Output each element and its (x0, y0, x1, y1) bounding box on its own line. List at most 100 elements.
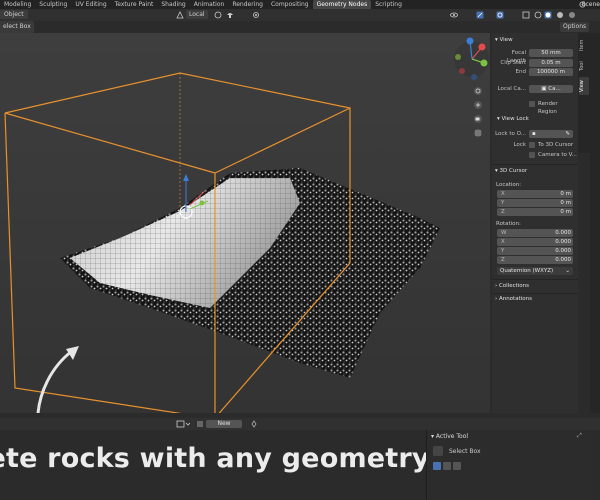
cursor-location-y[interactable]: Y 0 m (497, 199, 573, 207)
expand-corner-icon[interactable]: ⤢ (577, 432, 582, 440)
gizmo-toggle-icon[interactable] (476, 11, 484, 19)
location-label: Location: (496, 182, 522, 188)
cursor-rotation-z[interactable]: Z 0.000 (497, 256, 573, 264)
active-tool-title: Active Tool (435, 433, 469, 440)
to-3d-cursor-checkbox[interactable] (529, 142, 535, 148)
shading-wireframe-icon[interactable] (534, 11, 542, 19)
video-caption: lete rocks with any geometry (0, 443, 430, 474)
perspective-toggle-icon[interactable] (474, 129, 482, 137)
axis-label: Z (501, 209, 505, 215)
select-mode-extend-icon[interactable] (443, 462, 451, 470)
tab-scripting[interactable]: Scripting (371, 0, 406, 9)
axis-label: X (501, 239, 505, 245)
panel-divider (492, 164, 578, 165)
tab-compositing[interactable]: Compositing (267, 0, 313, 9)
focal-length-field[interactable]: 50 mm (529, 49, 573, 57)
new-button[interactable]: New (206, 420, 242, 428)
view-pan-icon[interactable] (474, 101, 482, 109)
rotation-mode-dropdown[interactable]: Quaternion (WXYZ) ⌄ (497, 267, 573, 275)
collections-panel-header[interactable]: › Collections (495, 282, 529, 290)
options-dropdown[interactable]: Options (560, 22, 590, 32)
select-mode-subtract-icon[interactable] (453, 462, 461, 470)
clip-end-field[interactable]: 100000 m (529, 68, 573, 76)
select-mode-new-icon[interactable] (433, 462, 441, 470)
chevron-down-icon: ⌄ (565, 268, 570, 274)
focal-length-label: Focal Length (507, 50, 526, 64)
tab-texture-paint[interactable]: Texture Paint (111, 0, 158, 9)
object-mode-dropdown[interactable]: Object (0, 10, 28, 19)
3d-viewport[interactable] (0, 33, 490, 413)
image-browse-icon[interactable] (196, 420, 204, 428)
tab-uv-editing[interactable]: UV Editing (71, 0, 110, 9)
clip-end-label: End (515, 69, 526, 75)
tab-sculpting[interactable]: Sculpting (35, 0, 71, 9)
view-lock-title: View Lock (501, 116, 529, 122)
camera-view-icon[interactable] (474, 115, 482, 123)
active-tool-name: Select Box (449, 448, 481, 455)
render-region-checkbox[interactable] (529, 101, 535, 107)
axis-value: 0.000 (555, 239, 571, 245)
local-camera-label: Local Ca... (497, 86, 526, 92)
viewport-header: Object Local (0, 9, 600, 21)
active-tool-panel: ▾ Active Tool ⤢ Select Box (426, 430, 591, 500)
cursor-rotation-y[interactable]: Y 0.000 (497, 247, 573, 255)
view-panel-header[interactable]: ▾ View (495, 36, 513, 44)
snap-icon[interactable] (226, 11, 234, 19)
cursor-rotation-w[interactable]: W 0.000 (497, 229, 573, 237)
shading-material-icon[interactable] (556, 11, 564, 19)
scene-selector[interactable]: Scene (582, 0, 600, 9)
visibility-icon[interactable] (450, 11, 458, 19)
cursor-location-z[interactable]: Z 0 m (497, 208, 573, 216)
tab-rendering[interactable]: Rendering (228, 0, 267, 9)
axis-label: W (501, 230, 507, 236)
pivot-icon[interactable] (214, 11, 222, 19)
lock-to-object-field[interactable]: ▪ ✎ (529, 130, 573, 138)
tab-geometry-nodes[interactable]: Geometry Nodes (312, 0, 372, 9)
axis-value: 0 m (560, 209, 571, 215)
axis-value: 0 m (560, 191, 571, 197)
clip-start-field[interactable]: 0.05 m (529, 59, 573, 67)
tab-view[interactable]: View (579, 77, 589, 95)
properties-editor-strip (590, 33, 600, 413)
tab-tool[interactable]: Tool (579, 57, 589, 75)
active-tool-header[interactable]: ▾ Active Tool (431, 433, 468, 440)
axis-value: 0.000 (555, 248, 571, 254)
view-lock-header[interactable]: ▾ View Lock (497, 115, 529, 123)
axis-label: Z (501, 257, 505, 263)
camera-to-view-checkbox[interactable] (529, 152, 535, 158)
eyedropper-icon[interactable]: ✎ (565, 130, 570, 138)
axis-value: 0.000 (555, 257, 571, 263)
sidebar-tabs: Item Tool View (578, 33, 590, 153)
collections-title: Collections (498, 283, 530, 289)
local-camera-field[interactable]: ▣ Ca... (529, 85, 573, 93)
3d-cursor-panel-title: 3D Cursor (499, 168, 528, 174)
cursor-rotation-x[interactable]: X 0.000 (497, 238, 573, 246)
tab-item[interactable]: Item (579, 35, 589, 55)
axis-label: X (501, 191, 505, 197)
proportional-edit-icon[interactable] (252, 11, 260, 19)
transform-orientation-dropdown[interactable]: Local (186, 10, 208, 19)
annotations-title: Annotations (498, 296, 532, 302)
select-box-icon[interactable] (433, 446, 443, 456)
annotations-panel-header[interactable]: › Annotations (495, 295, 532, 303)
camera-to-view-label: Camera to V... (538, 152, 577, 158)
xray-icon[interactable] (522, 11, 530, 19)
pin-icon[interactable] (250, 420, 258, 428)
axis-label: Y (501, 248, 505, 254)
3d-cursor-panel-header[interactable]: ▾ 3D Cursor (495, 167, 527, 175)
editor-footer: New (0, 418, 600, 430)
editor-type-icon[interactable] (176, 420, 190, 428)
shading-rendered-icon[interactable] (568, 11, 576, 19)
tab-modeling[interactable]: Modeling (0, 0, 35, 9)
tab-animation[interactable]: Animation (190, 0, 229, 9)
shading-solid-icon[interactable] (544, 11, 552, 19)
transform-orientation-icon (176, 11, 184, 19)
view-zoom-icon[interactable] (474, 87, 482, 95)
object-icon: ▪ (532, 131, 536, 137)
axis-value: 0.000 (555, 230, 571, 236)
panel-divider (492, 293, 578, 294)
select-box-dropdown[interactable]: elect Box (0, 21, 34, 33)
tab-shading[interactable]: Shading (157, 0, 189, 9)
overlay-toggle-icon[interactable] (496, 11, 504, 19)
cursor-location-x[interactable]: X 0 m (497, 190, 573, 198)
